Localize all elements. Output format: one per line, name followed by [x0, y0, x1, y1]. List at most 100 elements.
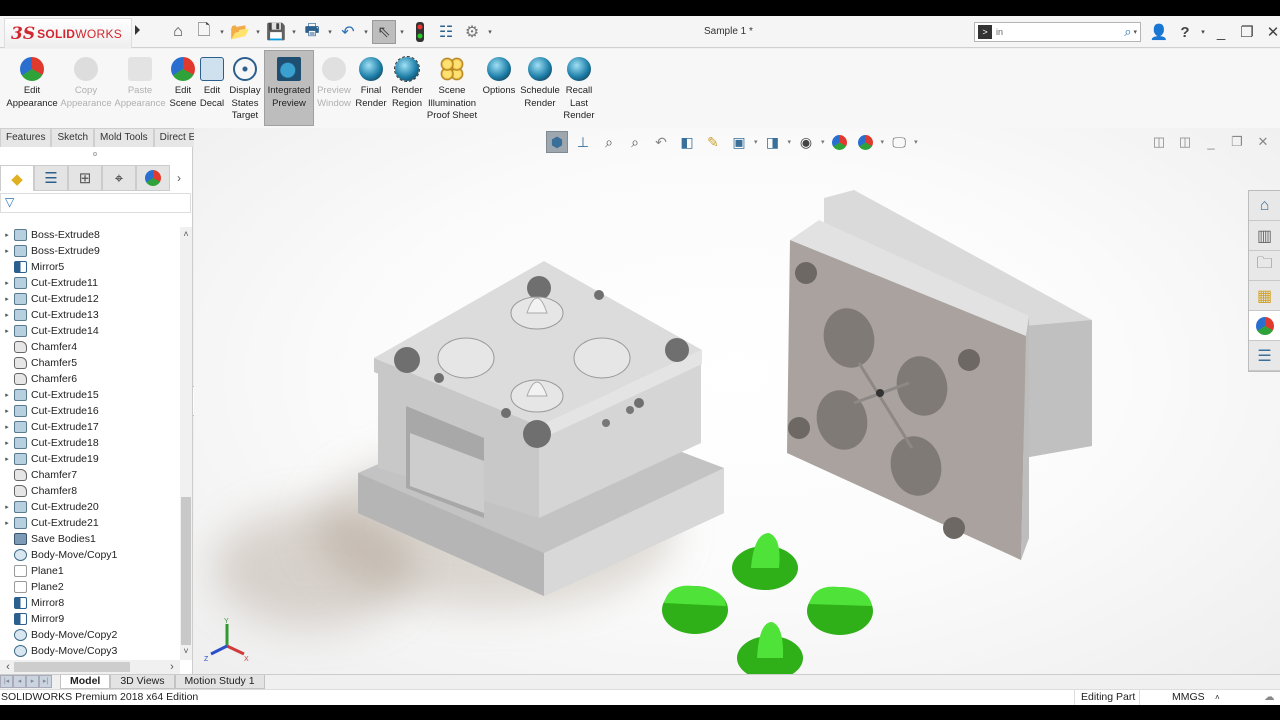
recall-last-render-button[interactable]: Recall Last Render: [563, 51, 595, 123]
collapse-left-icon[interactable]: ◫: [1150, 134, 1168, 150]
search-input[interactable]: in: [996, 27, 1124, 37]
graphics-viewport[interactable]: ⬢ ⊥ ⌕ ⌕ ↶ ◧ ✎ ▣ ▾ ◨ ▾ ◉ ▾ ▾ 🖵 ▾ ◫ ◫ _ ❐ ✕ ⌂ …: [194, 128, 1280, 677]
next-tab-icon[interactable]: ▸: [26, 675, 39, 688]
view-orientation-cube-icon[interactable]: ⬢: [546, 131, 568, 153]
section-view-icon[interactable]: ◧: [676, 131, 698, 153]
zoom-to-fit-icon[interactable]: ⌕: [598, 131, 620, 153]
tab-motion-study-1[interactable]: Motion Study 1: [174, 675, 265, 689]
help-dropdown-icon[interactable]: ▾: [1198, 20, 1208, 44]
expand-arrow-icon[interactable]: ▸: [0, 423, 14, 431]
viewport-restore-icon[interactable]: ❐: [1228, 134, 1246, 150]
edit-decal-button[interactable]: Edit Decal: [199, 51, 225, 110]
feature-tree-item[interactable]: Body-Move/Copy1: [0, 547, 180, 563]
restore-icon[interactable]: ❐: [1234, 20, 1260, 44]
display-style-dropdown-icon[interactable]: ▾: [788, 138, 792, 146]
feature-tree-item[interactable]: ▸ Cut-Extrude12: [0, 291, 180, 307]
previous-view-icon[interactable]: ↶: [650, 131, 672, 153]
menu-expand-arrow-icon[interactable]: [135, 25, 140, 35]
solidworks-resources-home-icon[interactable]: ⌂: [1249, 191, 1280, 221]
feature-tree-item[interactable]: ▸ Cut-Extrude11: [0, 275, 180, 291]
feature-tree-item[interactable]: ▸ Boss-Extrude8: [0, 227, 180, 243]
scene-illumination-proof-sheet-button[interactable]: Scene Illumination Proof Sheet: [426, 51, 478, 123]
feature-manager-tab-icon[interactable]: ◆: [0, 165, 34, 191]
expand-arrow-icon[interactable]: ▸: [0, 327, 14, 335]
hide-show-dropdown-icon[interactable]: ▾: [821, 138, 825, 146]
expand-arrow-icon[interactable]: ▸: [0, 455, 14, 463]
expand-arrow-icon[interactable]: ▸: [0, 231, 14, 239]
tree-filter[interactable]: ▽: [0, 193, 191, 213]
feature-tree-item[interactable]: Chamfer8: [0, 483, 180, 499]
expand-arrow-icon[interactable]: ▸: [0, 279, 14, 287]
close-icon[interactable]: ✕: [1260, 20, 1280, 44]
feature-tree-item[interactable]: Mirror9: [0, 611, 180, 627]
custom-properties-icon[interactable]: ☰: [1249, 341, 1280, 371]
traffic-light-icon[interactable]: [408, 20, 432, 44]
solidworks-logo[interactable]: 3S SOLIDWORKS: [4, 18, 132, 48]
configuration-manager-tab-icon[interactable]: ⊞: [68, 165, 102, 191]
feature-tree-item[interactable]: Chamfer6: [0, 371, 180, 387]
view-palette-icon[interactable]: ▦: [1249, 281, 1280, 311]
rebuild-status-icon[interactable]: ☁: [1264, 690, 1275, 705]
expand-arrow-icon[interactable]: ▸: [0, 503, 14, 511]
help-icon[interactable]: ?: [1172, 20, 1198, 44]
view-orientation-dropdown-icon[interactable]: ▾: [754, 138, 758, 146]
save-dropdown-icon[interactable]: ▾: [290, 28, 298, 36]
copy-appearance-button[interactable]: Copy Appearance: [60, 51, 112, 110]
search-box[interactable]: > in ⌕ ▾: [974, 22, 1141, 42]
prev-tab-icon[interactable]: ◂: [13, 675, 26, 688]
view-settings-monitor-icon[interactable]: 🖵: [888, 131, 910, 153]
feature-tree-item[interactable]: Plane2: [0, 579, 180, 595]
viewport-minimize-icon[interactable]: _: [1202, 134, 1220, 150]
tree-vertical-scrollbar[interactable]: ˄ ˅: [180, 227, 192, 660]
feature-tree-item[interactable]: ▸ Cut-Extrude15: [0, 387, 180, 403]
feature-tree-item[interactable]: ▸ Cut-Extrude17: [0, 419, 180, 435]
new-dropdown-icon[interactable]: ▾: [218, 28, 226, 36]
expand-arrow-icon[interactable]: ▸: [0, 519, 14, 527]
dynamic-annotation-icon[interactable]: ✎: [702, 131, 724, 153]
expand-arrow-icon[interactable]: ▸: [0, 311, 14, 319]
scroll-right-icon[interactable]: ›: [166, 660, 178, 674]
undo-icon[interactable]: ↶: [336, 20, 360, 44]
panel-tabs-more-icon[interactable]: ›: [170, 165, 188, 191]
unit-system-dropdown-icon[interactable]: ˄: [1215, 690, 1220, 705]
minimize-icon[interactable]: _: [1208, 20, 1234, 44]
expand-arrow-icon[interactable]: ▸: [0, 247, 14, 255]
apply-scene-dropdown-icon[interactable]: ▾: [881, 138, 885, 146]
h-scroll-thumb[interactable]: [14, 662, 130, 672]
user-icon[interactable]: 👤: [1146, 20, 1172, 44]
appearances-scenes-icon[interactable]: [1249, 311, 1280, 341]
feature-tree-item[interactable]: Body-Move/Copy3: [0, 643, 180, 659]
tab-mold-tools[interactable]: Mold Tools: [94, 128, 154, 147]
print-dropdown-icon[interactable]: ▾: [326, 28, 334, 36]
display-states-target-button[interactable]: Display States Target: [228, 51, 262, 123]
normal-to-icon[interactable]: ⊥: [572, 131, 594, 153]
scroll-thumb[interactable]: [181, 497, 191, 645]
feature-tree-item[interactable]: Body-Move/Copy2: [0, 627, 180, 643]
tab-3d-views[interactable]: 3D Views: [110, 675, 175, 689]
feature-tree-item[interactable]: ▸ Cut-Extrude21: [0, 515, 180, 531]
tree-horizontal-scrollbar[interactable]: ‹ ›: [0, 660, 180, 674]
filter-icon[interactable]: ▽: [5, 195, 14, 209]
feature-tree-item[interactable]: ▸ Boss-Extrude9: [0, 243, 180, 259]
viewport-close-icon[interactable]: ✕: [1254, 134, 1272, 150]
display-manager-tab-icon[interactable]: [136, 165, 170, 191]
property-manager-tab-icon[interactable]: ☰: [34, 165, 68, 191]
feature-tree-item[interactable]: Plane1: [0, 563, 180, 579]
scroll-up-icon[interactable]: ˄: [180, 229, 192, 241]
feature-tree-item[interactable]: ▸ Cut-Extrude18: [0, 435, 180, 451]
integrated-preview-button[interactable]: Integrated Preview: [264, 50, 314, 126]
feature-tree-item[interactable]: ▸ Cut-Extrude19: [0, 451, 180, 467]
view-orientation-icon[interactable]: ▣: [728, 131, 750, 153]
paste-appearance-button[interactable]: Paste Appearance: [114, 51, 166, 110]
collapse-right-icon[interactable]: ◫: [1176, 134, 1194, 150]
schedule-render-button[interactable]: Schedule Render: [520, 51, 560, 110]
feature-tree-item[interactable]: ▸ Cut-Extrude16: [0, 403, 180, 419]
scroll-down-icon[interactable]: ˅: [180, 646, 192, 658]
view-settings-dropdown-icon[interactable]: ▾: [914, 138, 918, 146]
expand-arrow-icon[interactable]: ▸: [0, 295, 14, 303]
command-search-icon[interactable]: >: [978, 25, 992, 39]
feature-tree-item[interactable]: Chamfer5: [0, 355, 180, 371]
dimxpert-manager-tab-icon[interactable]: ⌖: [102, 165, 136, 191]
cavity-mold-half[interactable]: [787, 190, 1092, 560]
core-mold-half[interactable]: [358, 261, 724, 596]
